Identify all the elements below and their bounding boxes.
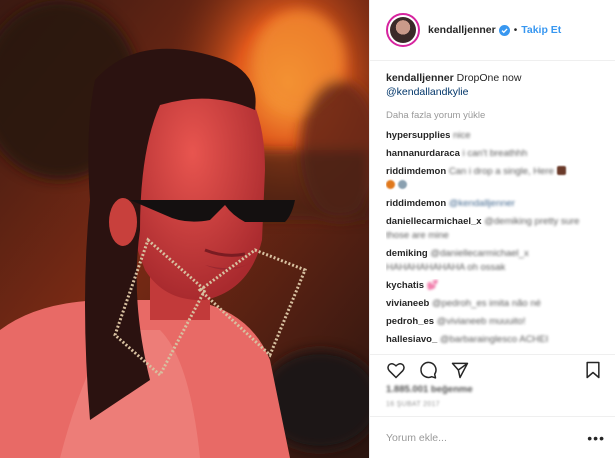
header-separator: •: [513, 24, 518, 36]
comment-username[interactable]: kychatis: [386, 280, 424, 291]
comment-text: @barbarainglesco ACHEI: [439, 334, 549, 345]
caption-username[interactable]: kendalljenner: [386, 72, 454, 84]
more-options-button[interactable]: •••: [587, 430, 605, 446]
post-actions: [370, 354, 615, 384]
comment-text: Can i drop a single, Here: [448, 166, 554, 177]
comment-username[interactable]: vivianeeb: [386, 298, 429, 309]
comment-username[interactable]: riddimdemon: [386, 198, 446, 209]
comment-item: vivianeeb @pedroh_es imita não né: [386, 297, 603, 311]
comment-username[interactable]: hannanurdaraca: [386, 148, 460, 159]
comment-username[interactable]: hypersupplies: [386, 130, 450, 141]
post-header: kendalljenner • Takip Et: [370, 0, 615, 61]
comment-username[interactable]: demiking: [386, 248, 428, 259]
comment-text: nice: [453, 130, 471, 141]
load-more-comments[interactable]: Daha fazla yorum yükle: [386, 109, 603, 123]
post-caption: kendalljenner DropOne now @kendallandkyl…: [386, 71, 603, 99]
comment-username[interactable]: hallesiavo_: [386, 334, 437, 345]
share-icon[interactable]: [450, 360, 470, 380]
avatar-image: [390, 17, 416, 43]
instagram-post: kendalljenner • Takip Et kendalljenner D…: [0, 0, 615, 458]
add-comment-bar: •••: [370, 416, 615, 458]
comment-item: riddimdemon @kendalljenner: [386, 197, 603, 211]
avatar[interactable]: [386, 13, 420, 47]
comment-item: riddimdemon Can i drop a single, Here: [386, 165, 603, 193]
comment-item: hannanurdaraca i can't breathhh: [386, 147, 603, 161]
heart-icon[interactable]: [386, 360, 406, 380]
author-username[interactable]: kendalljenner: [428, 24, 496, 36]
emoji-icon: [397, 180, 407, 189]
bookmark-icon[interactable]: [583, 360, 603, 380]
emoji-icon: [556, 166, 566, 175]
post-image: [0, 0, 369, 458]
post-photo[interactable]: [0, 0, 369, 458]
fire-emoji-icon: [386, 180, 395, 189]
comment-text: @kendalljenner: [448, 198, 515, 209]
follow-button[interactable]: Takip Et: [521, 24, 561, 36]
comment-icon[interactable]: [418, 360, 438, 380]
likes-count[interactable]: 1.885.001 beğenme: [370, 384, 615, 399]
likes-text: 1.885.001 beğenme: [386, 384, 473, 395]
comment-username[interactable]: riddimdemon: [386, 166, 446, 177]
comment-username[interactable]: daniellecarmichael_x: [386, 216, 482, 227]
caption-mention[interactable]: @kendallandkylie: [386, 86, 468, 98]
post-sidebar: kendalljenner • Takip Et kendalljenner D…: [369, 0, 615, 458]
comment-list: kendalljenner DropOne now @kendallandkyl…: [370, 61, 615, 354]
comment-item: pedroh_es @vivianeeb muuuito!: [386, 315, 603, 329]
comment-username[interactable]: pedroh_es: [386, 316, 434, 327]
comment-text: i can't breathhh: [462, 148, 528, 159]
comment-item: demiking @daniellecarmichael_x HAHAHAHAH…: [386, 247, 603, 275]
comment-text: @pedroh_es imita não né: [431, 298, 541, 309]
comment-item: kychatis 💕: [386, 279, 603, 293]
comment-item: daniellecarmichael_x @demiking pretty su…: [386, 215, 603, 243]
comment-item: hypersupplies nice: [386, 129, 603, 143]
comment-text: @vivianeeb muuuito!: [436, 316, 526, 327]
comment-input[interactable]: [386, 431, 588, 444]
verified-badge-icon: [498, 24, 510, 36]
comment-text: 💕: [426, 280, 439, 291]
comment-item: hallesiavo_ @barbarainglesco ACHEI: [386, 333, 603, 347]
caption-text: DropOne now: [456, 72, 522, 84]
post-date: 16 ŞUBAT 2017: [386, 401, 440, 408]
